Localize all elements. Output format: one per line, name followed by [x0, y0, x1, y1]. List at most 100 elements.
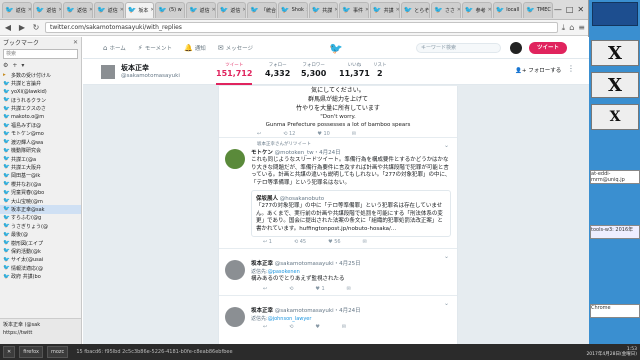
close-icon[interactable]: ✕	[242, 7, 245, 13]
like-action[interactable]: ♥	[315, 324, 319, 330]
add-icon[interactable]: +	[12, 62, 17, 69]
browser-tab[interactable]: 🐦とらぞ✕	[400, 1, 431, 18]
sidebar-item[interactable]: 🐦 共謀エ(@a	[0, 155, 81, 163]
browser-tab[interactable]: 🐦 返信 ✕	[32, 1, 63, 18]
like-action[interactable]: ♥ 56	[328, 239, 340, 245]
sidebar-item[interactable]: 🐦 サイ太(@usai	[0, 256, 81, 264]
close-icon[interactable]: ✕	[150, 7, 153, 13]
close-icon[interactable]: ✕	[212, 7, 215, 13]
sidebar-item[interactable]: 🐦 坂本正幸@sak	[0, 205, 81, 214]
tweet-date[interactable]: ・4月24日	[314, 150, 341, 156]
sidebar-item[interactable]: 🐦 makoto.o@m	[0, 113, 81, 121]
sidebar-item[interactable]: 🐦 渡辺輝人@wa	[0, 138, 81, 146]
profile-stat[interactable]: フォロー 4,332	[265, 62, 290, 78]
browser-tab[interactable]: 🐦TMEC ✕	[523, 1, 553, 18]
browser-tab[interactable]: 🐦「統合✕	[247, 1, 277, 18]
x-logo-card[interactable]: X	[591, 40, 639, 66]
browser-tab[interactable]: 🐦locall✕	[492, 1, 523, 18]
profile-stat[interactable]: いいね 11,371	[339, 62, 370, 78]
download-icon[interactable]: ⤓	[562, 23, 566, 33]
sidebar-search-input[interactable]: 検索	[3, 49, 78, 59]
sidebar-item[interactable]: ▸ 多数の受け付けル	[0, 71, 81, 79]
close-icon[interactable]: ✕	[521, 7, 522, 13]
browser-tab[interactable]: 🐦 参考 ✕	[461, 1, 492, 18]
maximize-icon[interactable]: □	[566, 5, 574, 14]
reply-action[interactable]: ↩	[263, 324, 267, 330]
sidebar-item[interactable]: 🐦 樹形図(エイプ	[0, 239, 81, 247]
nav-home[interactable]: ⌂ ホーム	[103, 44, 126, 52]
twitter-bird-icon[interactable]: 🐦	[329, 42, 343, 55]
desktop-thumbnail[interactable]	[592, 2, 638, 26]
quoted-tweet[interactable]: 保坂展人 @hosakanobuto 「277の対象犯罪」の中に「テロ等準備罪」と…	[251, 190, 451, 237]
tweet[interactable]: 坂本正幸 @sakamotomasayuki・4月25日 ⌄ 返信先:@pasoke…	[219, 248, 457, 295]
tweet-button[interactable]: ツイート	[529, 42, 567, 54]
retweet-action[interactable]: ⟲	[289, 286, 293, 292]
browser-tab[interactable]: 🐦(5) w✕	[155, 1, 185, 18]
taskbar-mozc[interactable]: mozc	[47, 346, 69, 358]
follow-button[interactable]: 👤+ フォローする	[515, 66, 561, 74]
browser-tab[interactable]: 🐦 事件 ✕	[339, 1, 369, 18]
browser-tab[interactable]: 🐦 ささ ✕	[431, 1, 461, 18]
menu-icon[interactable]: ≡	[578, 23, 585, 32]
tweet-avatar[interactable]	[225, 149, 245, 169]
chevron-down-icon[interactable]: ⌄	[444, 253, 449, 260]
sidebar-item[interactable]: 🐦 櫻井なお(@a	[0, 180, 81, 188]
sidebar-item[interactable]: 🐦 モトケン@mo	[0, 130, 81, 138]
browser-tab[interactable]: 🐦 返信 ✕	[63, 1, 93, 18]
sidebar-item[interactable]: 🐦 機動隊研究会	[0, 147, 81, 155]
sidebar-item[interactable]: 🐦 共謀エクスのさ	[0, 105, 81, 113]
home-icon[interactable]: ⌂	[569, 23, 574, 32]
sidebar-item[interactable]: 🐦 政府 共謀(bo	[0, 272, 81, 281]
browser-tab[interactable]: 🐦 返信 ✕	[93, 1, 124, 18]
tweet-avatar[interactable]	[225, 260, 245, 280]
close-icon[interactable]: ✕	[306, 7, 307, 13]
close-icon[interactable]: ✕	[365, 7, 368, 13]
sidebar-item[interactable]: 🐦 福島みずほ@	[0, 121, 81, 130]
close-icon[interactable]: ✕	[58, 7, 61, 13]
twitter-search-input[interactable]: キーワード検索	[416, 43, 501, 53]
sidebar-item[interactable]: 🐦 情報法適応(@	[0, 264, 81, 272]
x-logo-card[interactable]: X	[591, 104, 639, 130]
taskbar-firefox[interactable]: firefox	[19, 346, 43, 358]
close-icon[interactable]: ✕	[457, 7, 460, 13]
sidebar-item[interactable]: 🐦 ほうれるクラン	[0, 96, 81, 104]
dm-icon[interactable]: ✉	[363, 239, 367, 245]
close-icon[interactable]: ✕	[28, 7, 31, 13]
browser-tab[interactable]: 🐦 返信 ✕	[216, 1, 247, 18]
close-icon[interactable]: ✕	[73, 39, 78, 46]
minimize-icon[interactable]: —	[554, 5, 562, 14]
chevron-down-icon[interactable]: ⌄	[444, 300, 449, 307]
nav-bell[interactable]: 🔔 通知	[184, 44, 206, 52]
nav-lightning[interactable]: ⚡ モーメント	[138, 44, 172, 52]
close-icon[interactable]: ✕	[89, 7, 92, 13]
close-icon[interactable]: ✕	[184, 7, 185, 13]
tweet[interactable]: 坂本正幸 @sakamotomasayuki・4月24日 ⌄ 返信先:@johnso…	[219, 294, 457, 333]
account-avatar[interactable]	[510, 42, 522, 54]
tweet-author[interactable]: モトケン	[251, 150, 273, 156]
profile-avatar[interactable]	[100, 64, 116, 80]
sidebar-item[interactable]: 🐦 うさぎりょう(@	[0, 222, 81, 230]
profile-stat[interactable]: ツイート 151,712	[216, 62, 253, 85]
settings-icon[interactable]: ⚙	[3, 62, 8, 69]
more-icon[interactable]: ⋮	[567, 64, 575, 73]
browser-tab[interactable]: 🐦 返信 ✕	[2, 1, 32, 18]
start-button[interactable]: ✕	[3, 346, 16, 358]
forward-icon[interactable]: ▶	[17, 23, 27, 33]
sidebar-item[interactable]: 🐦 児童買春(@bo	[0, 188, 81, 197]
profile-stat[interactable]: フォロワー 5,300	[301, 62, 326, 78]
back-icon[interactable]: ◀	[3, 23, 13, 33]
browser-tab[interactable]: 🐦 共謀 ✕	[308, 1, 339, 18]
close-icon[interactable]: ✕	[334, 7, 337, 13]
close-window-icon[interactable]: ✕	[577, 5, 584, 14]
retweet-action[interactable]: ⟲ 45	[294, 239, 306, 245]
dm-icon[interactable]: ✉	[347, 286, 351, 292]
dm-icon[interactable]: ✉	[342, 324, 346, 330]
dropdown-icon[interactable]: ▾	[21, 62, 24, 69]
sidebar-item[interactable]: 🐦 最後(@	[0, 230, 81, 239]
tweet-date[interactable]: ・4月24日	[334, 308, 361, 314]
sidebar-item[interactable]: 🐦 共謀エ大阪弁	[0, 163, 81, 171]
chevron-down-icon[interactable]: ⌄	[444, 142, 449, 149]
close-icon[interactable]: ✕	[120, 7, 123, 13]
reply-action[interactable]: ↩ 1	[263, 239, 272, 245]
profile-name[interactable]: 坂本正幸	[121, 63, 149, 73]
